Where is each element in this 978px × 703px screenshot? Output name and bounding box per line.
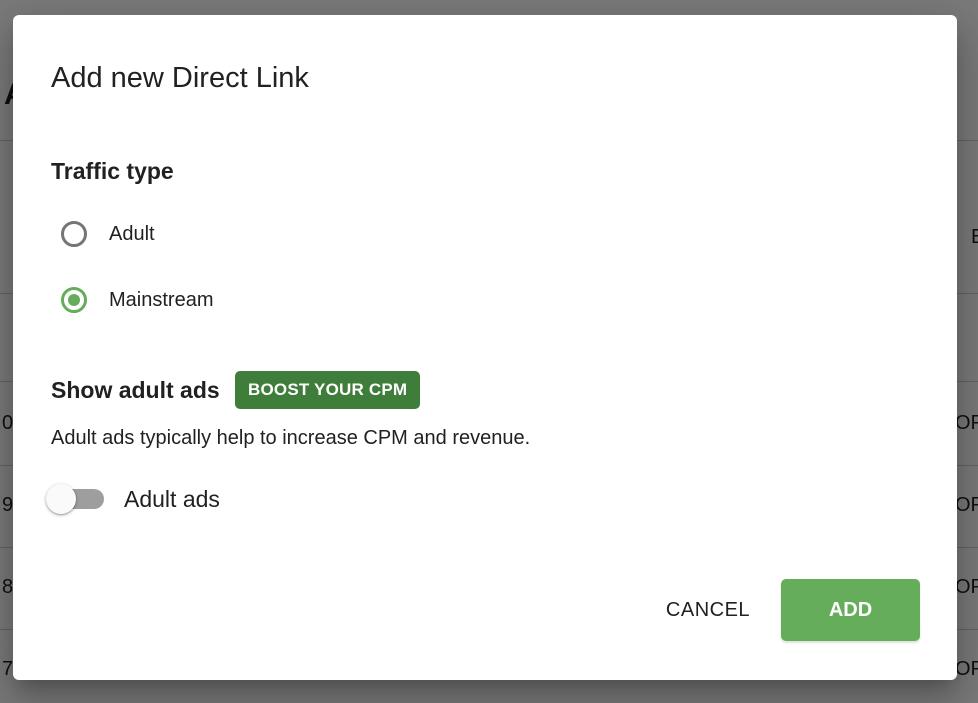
radio-mainstream[interactable]: Mainstream <box>61 282 213 318</box>
radio-mainstream-label[interactable]: Mainstream <box>109 289 213 312</box>
add-button[interactable]: ADD <box>781 579 920 641</box>
toggle-thumb[interactable] <box>46 484 76 514</box>
radio-adult-label[interactable]: Adult <box>109 223 155 246</box>
radio-adult[interactable]: Adult <box>61 216 155 252</box>
show-adult-ads-label: Show adult ads <box>51 377 220 403</box>
add-direct-link-dialog: Add new Direct Link Traffic type Adult M… <box>13 15 957 680</box>
radio-checked-icon[interactable] <box>61 287 87 313</box>
cancel-button[interactable]: CANCEL <box>653 579 763 641</box>
adult-ads-toggle-label[interactable]: Adult ads <box>124 485 220 513</box>
adult-ads-toggle[interactable] <box>46 484 108 514</box>
traffic-type-label: Traffic type <box>51 158 174 184</box>
radio-dot-icon <box>68 294 80 306</box>
boost-cpm-badge: BOOST YOUR CPM <box>235 371 421 409</box>
dialog-title: Add new Direct Link <box>51 62 309 94</box>
radio-unchecked-icon[interactable] <box>61 221 87 247</box>
adult-ads-description: Adult ads typically help to increase CPM… <box>51 427 531 449</box>
